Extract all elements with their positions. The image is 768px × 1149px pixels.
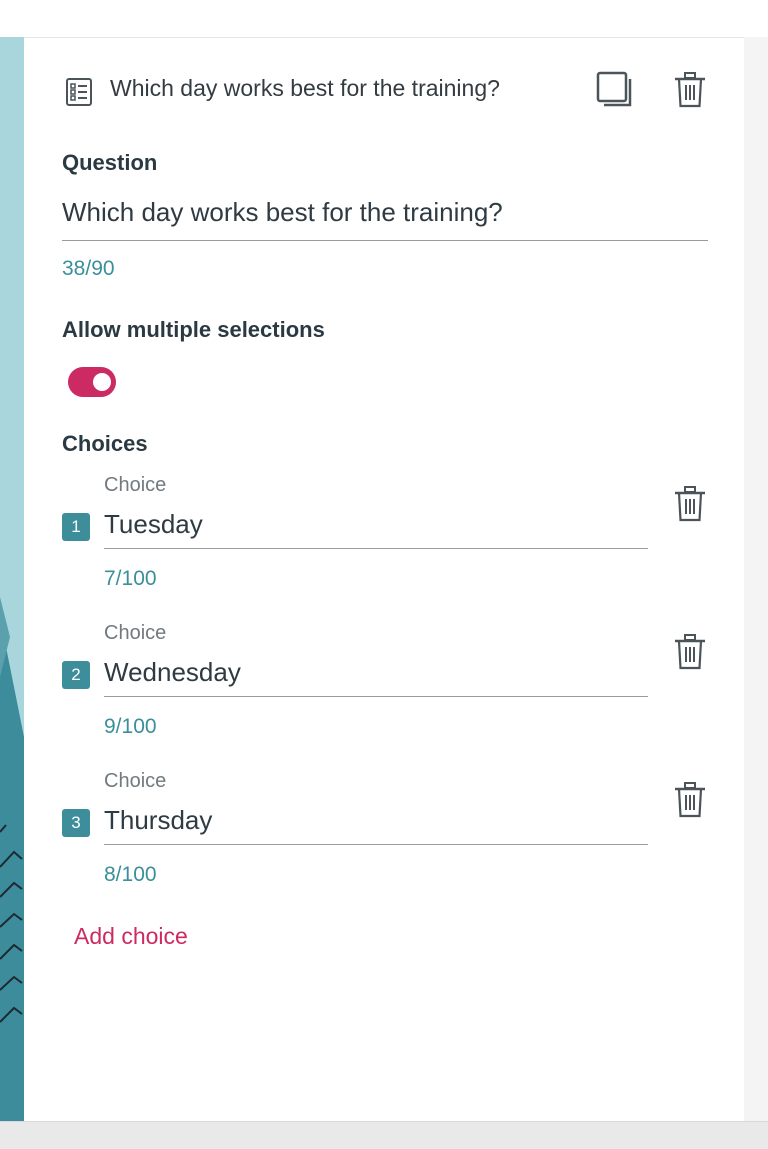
list-icon xyxy=(66,78,92,106)
choice-caption: Choice xyxy=(104,770,167,792)
trash-icon xyxy=(674,71,706,113)
question-header-title: Which day works best for the training? xyxy=(110,75,500,101)
choice-input[interactable]: Wednesday xyxy=(104,650,648,697)
choice-caption: Choice xyxy=(104,474,167,496)
question-input[interactable]: Which day works best for the training? xyxy=(62,190,708,241)
delete-choice-button[interactable] xyxy=(668,632,712,676)
delete-choice-button[interactable] xyxy=(668,780,712,824)
background-decoration xyxy=(0,37,24,1122)
duplicate-button[interactable] xyxy=(592,70,636,114)
choice-caption: Choice xyxy=(104,622,167,644)
delete-question-button[interactable] xyxy=(668,70,712,114)
delete-choice-button[interactable] xyxy=(668,484,712,528)
question-char-counter: 38/90 xyxy=(62,257,115,280)
choice-input[interactable]: Thursday xyxy=(104,798,648,845)
bottom-bar xyxy=(0,1121,768,1149)
top-bar xyxy=(0,0,768,38)
choice-number-badge: 3 xyxy=(62,809,90,837)
choices-label: Choices xyxy=(62,431,148,456)
toggle-knob xyxy=(93,373,111,391)
copy-icon xyxy=(596,71,632,114)
multiple-selections-toggle[interactable] xyxy=(68,367,116,397)
question-label: Question xyxy=(62,150,158,175)
choice-input[interactable]: Tuesday xyxy=(104,502,648,549)
trash-icon xyxy=(674,485,706,527)
trash-icon xyxy=(674,633,706,675)
question-editor-panel: Which day works best for the training? Q… xyxy=(24,38,744,1121)
choice-char-counter: 9/100 xyxy=(104,715,157,738)
right-gutter xyxy=(744,37,768,1122)
choice-char-counter: 8/100 xyxy=(104,863,157,886)
choice-number-badge: 2 xyxy=(62,661,90,689)
add-choice-link[interactable]: Add choice xyxy=(74,923,188,950)
trash-icon xyxy=(674,781,706,823)
choice-number-badge: 1 xyxy=(62,513,90,541)
choice-char-counter: 7/100 xyxy=(104,567,157,590)
multiple-selections-label: Allow multiple selections xyxy=(62,317,325,342)
